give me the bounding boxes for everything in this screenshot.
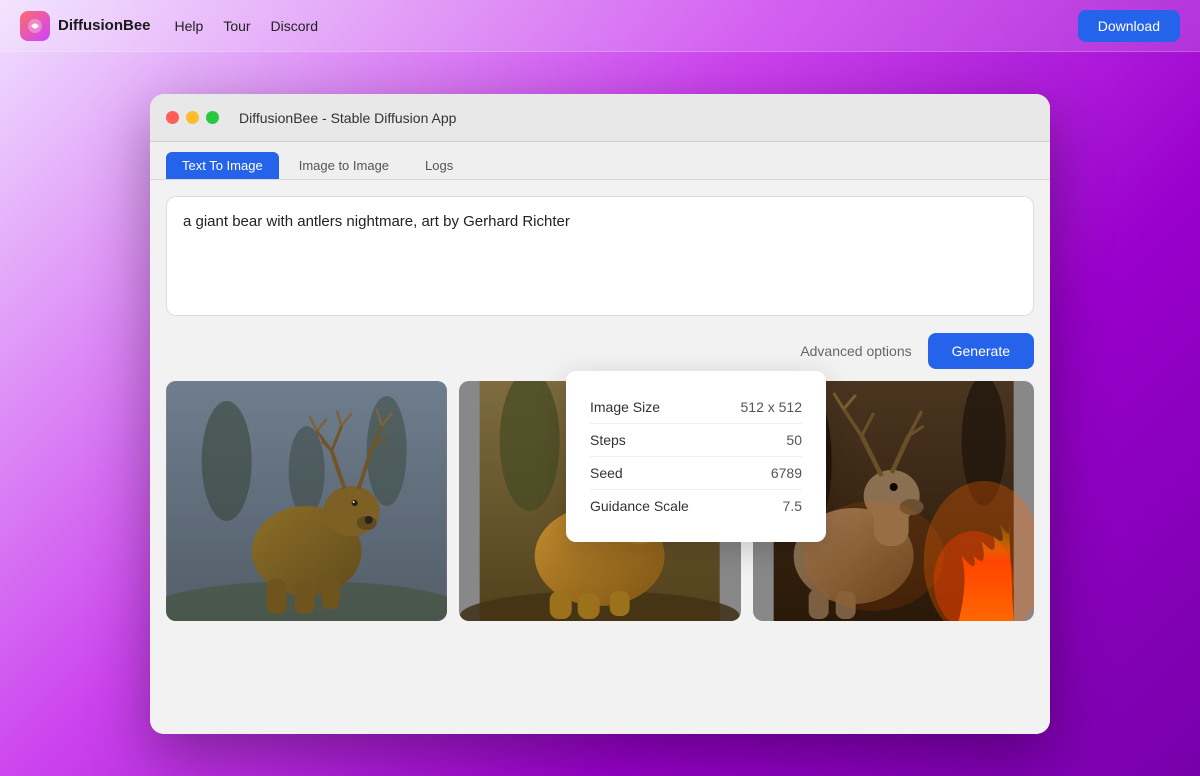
generated-image-1[interactable]	[166, 381, 447, 621]
window-title: DiffusionBee - Stable Diffusion App	[239, 110, 456, 126]
logo-icon	[20, 11, 50, 41]
image-size-value: 512 x 512	[741, 399, 803, 415]
nav-discord[interactable]: Discord	[271, 18, 318, 34]
nav-help[interactable]: Help	[175, 18, 204, 34]
window-titlebar: DiffusionBee - Stable Diffusion App	[150, 94, 1050, 142]
navbar-brand: DiffusionBee	[58, 17, 151, 34]
navbar-logo: DiffusionBee	[20, 11, 151, 41]
steps-label: Steps	[590, 432, 626, 448]
tab-image-to-image[interactable]: Image to Image	[283, 152, 405, 179]
app-window: DiffusionBee - Stable Diffusion App Text…	[150, 94, 1050, 734]
window-body: a giant bear with antlers nightmare, art…	[150, 180, 1050, 734]
seed-label: Seed	[590, 465, 623, 481]
controls-row: Advanced options Generate	[166, 333, 1034, 369]
guidance-scale-row: Guidance Scale 7.5	[590, 490, 802, 522]
tab-text-to-image[interactable]: Text To Image	[166, 152, 279, 179]
tab-logs[interactable]: Logs	[409, 152, 469, 179]
advanced-options-panel: Image Size 512 x 512 Steps 50 Seed 6789 …	[566, 371, 826, 542]
window-close-button[interactable]	[166, 111, 179, 124]
advanced-options-label[interactable]: Advanced options	[800, 343, 911, 359]
download-button[interactable]: Download	[1078, 10, 1180, 42]
window-maximize-button[interactable]	[206, 111, 219, 124]
image-size-row: Image Size 512 x 512	[590, 391, 802, 424]
seed-value: 6789	[771, 465, 802, 481]
image-size-label: Image Size	[590, 399, 660, 415]
navbar: DiffusionBee Help Tour Discord Download	[0, 0, 1200, 52]
guidance-scale-label: Guidance Scale	[590, 498, 689, 514]
seed-row: Seed 6789	[590, 457, 802, 490]
navbar-links: Help Tour Discord	[175, 18, 1054, 34]
images-grid: Image Size 512 x 512 Steps 50 Seed 6789 …	[166, 381, 1034, 621]
generate-button[interactable]: Generate	[928, 333, 1034, 369]
steps-value: 50	[786, 432, 802, 448]
nav-tour[interactable]: Tour	[223, 18, 250, 34]
window-controls	[166, 111, 219, 124]
steps-row: Steps 50	[590, 424, 802, 457]
window-minimize-button[interactable]	[186, 111, 199, 124]
tab-bar: Text To Image Image to Image Logs	[150, 142, 1050, 180]
prompt-textarea[interactable]: a giant bear with antlers nightmare, art…	[166, 196, 1034, 316]
main-content: DiffusionBee - Stable Diffusion App Text…	[0, 52, 1200, 776]
guidance-scale-value: 7.5	[783, 498, 802, 514]
